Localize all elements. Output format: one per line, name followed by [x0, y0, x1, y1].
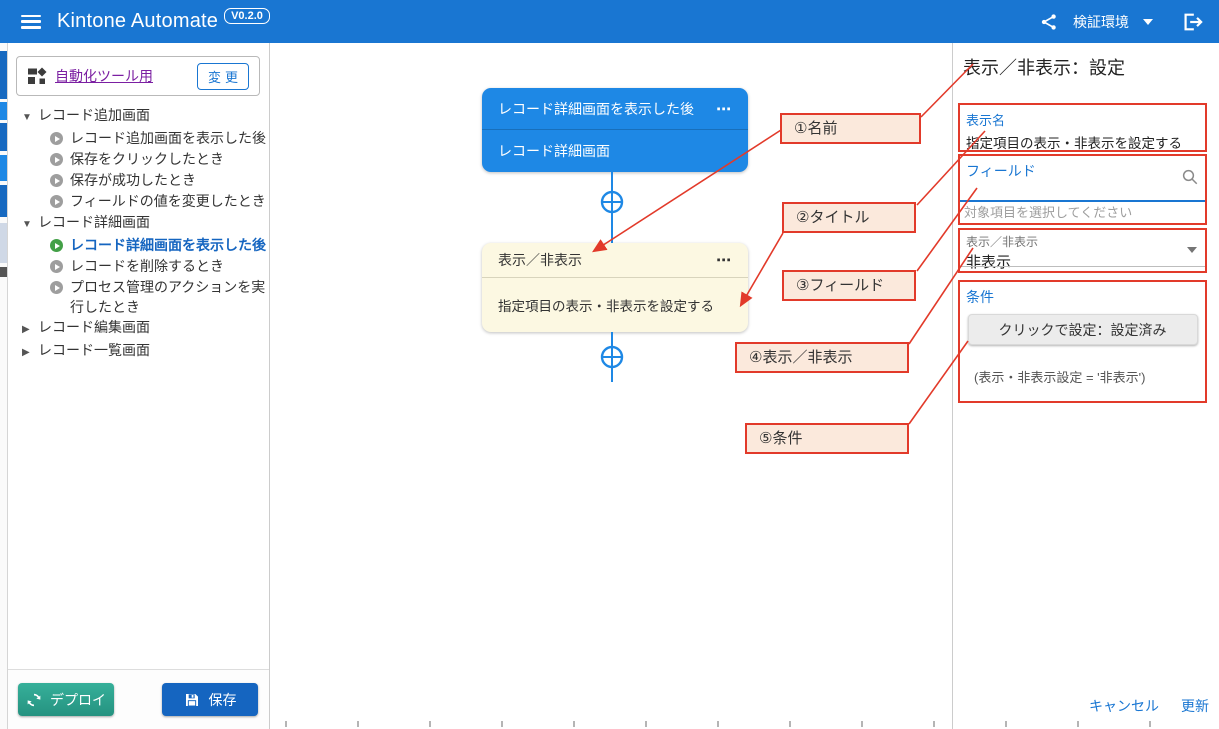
chevron-down-icon[interactable]: [1143, 19, 1153, 25]
play-icon: [50, 281, 63, 294]
play-icon: [50, 260, 63, 273]
add-step-button[interactable]: [600, 190, 624, 214]
play-icon: [50, 174, 63, 187]
app-grid-icon: [27, 66, 47, 86]
app-selector-box: 自動化ツール用 変更: [16, 56, 260, 96]
action-node-subtitle: 指定項目の表示・非表示を設定する: [498, 295, 714, 315]
sidebar-item-7[interactable]: レコードを削除するとき: [8, 256, 270, 277]
sidebar-item-2[interactable]: 保存をクリックしたとき: [8, 149, 270, 170]
hamburger-menu-icon[interactable]: [21, 15, 41, 29]
sidebar-item-1[interactable]: レコード追加画面を表示した後: [8, 128, 270, 149]
environment-selector-label[interactable]: 検証環境: [1073, 12, 1129, 32]
tree-item-label: レコード追加画面: [38, 105, 150, 125]
logout-icon[interactable]: [1181, 11, 1203, 33]
cancel-button[interactable]: キャンセル: [1089, 696, 1159, 716]
top-app-bar: Kintone Automate V0.2.0 検証環境: [0, 0, 1219, 43]
sidebar-group-10[interactable]: ▶レコード一覧画面: [8, 340, 270, 363]
tree-item-label: レコード編集画面: [38, 317, 150, 337]
floppy-disk-icon: [184, 692, 200, 708]
trigger-node[interactable]: レコード詳細画面を表示した後 ⋯ レコード詳細画面: [482, 88, 748, 172]
chevron-expanded-icon[interactable]: ▼: [22, 108, 34, 128]
settings-panel: 表示／非表示：設定 表示名 指定項目の表示・非表示を設定する フィールド 対象項…: [953, 43, 1219, 729]
app-name-link[interactable]: 自動化ツール用: [55, 66, 153, 86]
minimap-strip: [0, 43, 8, 729]
visibility-label: 表示／非表示: [966, 233, 1199, 250]
tree-item-label: レコード詳細画面を表示した後: [70, 235, 266, 255]
action-node[interactable]: 表示／非表示 ⋯ 指定項目の表示・非表示を設定する: [482, 243, 748, 332]
more-icon[interactable]: ⋯: [716, 251, 732, 269]
tree-item-label: レコードを削除するとき: [70, 256, 224, 276]
tree-item-label: レコード詳細画面: [38, 212, 150, 232]
save-button[interactable]: 保存: [162, 683, 258, 716]
select-underline: [960, 266, 1205, 267]
chevron-down-icon[interactable]: [1187, 247, 1197, 253]
tree-item-label: レコード追加画面を表示した後: [70, 128, 266, 148]
tree-item-label: プロセス管理のアクションを実行したとき: [70, 277, 268, 317]
sidebar: 自動化ツール用 変更 ▼レコード追加画面レコード追加画面を表示した後保存をクリッ…: [8, 43, 270, 729]
annotation-label-5: ⑤条件: [745, 423, 909, 454]
condition-set-button[interactable]: クリックで設定：設定済み: [968, 314, 1198, 345]
app-title: Kintone Automate: [57, 10, 218, 33]
sidebar-item-6[interactable]: レコード詳細画面を表示した後: [8, 235, 270, 256]
tree-item-label: フィールドの値を変更したとき: [70, 191, 266, 211]
sidebar-group-0[interactable]: ▼レコード追加画面: [8, 105, 270, 128]
sidebar-item-8[interactable]: プロセス管理のアクションを実行したとき: [8, 277, 270, 317]
annotation-label-2: ②タイトル: [782, 202, 916, 233]
search-icon[interactable]: [1181, 168, 1199, 191]
change-app-button[interactable]: 変更: [197, 63, 249, 90]
panel-title: 表示／非表示：設定: [963, 54, 1125, 80]
play-icon: [50, 239, 63, 252]
condition-label: 条件: [966, 287, 1199, 307]
play-icon: [50, 195, 63, 208]
visibility-section: 表示／非表示 非表示: [958, 228, 1207, 273]
condition-expression: (表示・非表示設定 = '非表示'): [974, 367, 1199, 386]
trigger-node-subtitle: レコード詳細画面: [498, 141, 610, 161]
field-placeholder: 対象項目を選択してください: [964, 202, 1132, 221]
sidebar-footer: デプロイ 保存: [8, 669, 269, 729]
update-button[interactable]: 更新: [1181, 696, 1209, 716]
event-tree: ▼レコード追加画面レコード追加画面を表示した後保存をクリックしたとき保存が成功し…: [8, 105, 270, 363]
trigger-node-title: レコード詳細画面を表示した後: [498, 99, 694, 119]
tree-item-label: レコード一覧画面: [38, 340, 150, 360]
play-icon: [50, 132, 63, 145]
visibility-select[interactable]: 非表示: [966, 251, 1199, 272]
sidebar-group-9[interactable]: ▶レコード編集画面: [8, 317, 270, 340]
deploy-button[interactable]: デプロイ: [18, 683, 114, 716]
annotation-label-3: ③フィールド: [782, 270, 916, 301]
field-label: フィールド: [966, 161, 1199, 181]
display-name-value[interactable]: 指定項目の表示・非表示を設定する: [966, 132, 1199, 152]
field-section: フィールド 対象項目を選択してください: [958, 154, 1207, 225]
sync-icon: [26, 692, 42, 708]
add-step-button[interactable]: [600, 345, 624, 369]
display-name-section: 表示名 指定項目の表示・非表示を設定する: [958, 103, 1207, 152]
version-badge: V0.2.0: [224, 8, 270, 24]
sidebar-item-4[interactable]: フィールドの値を変更したとき: [8, 191, 270, 212]
display-name-label: 表示名: [966, 110, 1199, 129]
chevron-expanded-icon[interactable]: ▼: [22, 215, 34, 235]
play-icon: [50, 153, 63, 166]
tree-item-label: 保存をクリックしたとき: [70, 149, 224, 169]
more-icon[interactable]: ⋯: [716, 100, 732, 118]
sidebar-group-5[interactable]: ▼レコード詳細画面: [8, 212, 270, 235]
chevron-collapsed-icon[interactable]: ▶: [22, 343, 34, 363]
flow-canvas[interactable]: レコード詳細画面を表示した後 ⋯ レコード詳細画面 表示／非表示 ⋯ 指定項目の…: [270, 43, 953, 729]
share-icon[interactable]: [1039, 12, 1059, 32]
action-node-title: 表示／非表示: [498, 250, 582, 270]
tree-item-label: 保存が成功したとき: [70, 170, 196, 190]
annotation-label-1: ①名前: [780, 113, 921, 144]
condition-section: 条件 クリックで設定：設定済み (表示・非表示設定 = '非表示'): [958, 280, 1207, 403]
kintone-automate-app: Kintone Automate V0.2.0 検証環境: [0, 0, 1219, 729]
chevron-collapsed-icon[interactable]: ▶: [22, 320, 34, 340]
annotation-label-4: ④表示／非表示: [735, 342, 909, 373]
sidebar-item-3[interactable]: 保存が成功したとき: [8, 170, 270, 191]
